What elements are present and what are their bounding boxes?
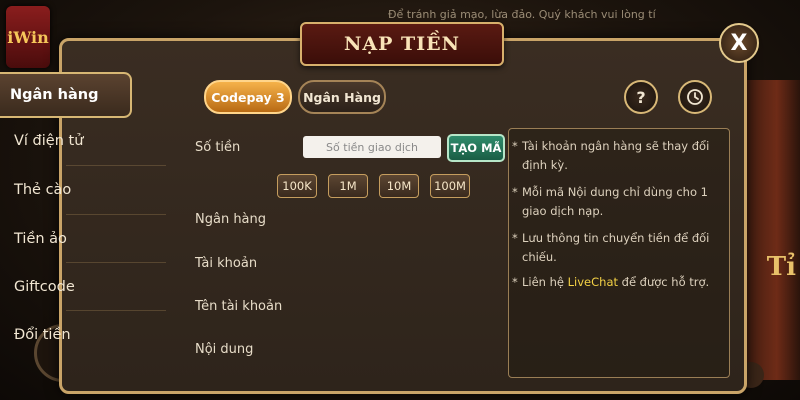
tab-codepay-3[interactable]: Codepay 3 [204, 80, 292, 114]
sidebar-divider [66, 214, 166, 215]
sidebar-divider [66, 165, 166, 166]
sidebar-item-label: Thẻ cào [14, 182, 72, 198]
amount-input[interactable] [303, 136, 441, 158]
note-bullet: * [512, 139, 518, 153]
sidebar-item-ewallet[interactable]: Ví điện tử [4, 118, 122, 164]
close-icon: X [730, 30, 748, 56]
note-item: * Tài khoản ngân hàng sẽ thay đổi định k… [512, 137, 720, 175]
sidebar-item-label: Tiền ảo [14, 231, 67, 247]
quick-amount-10m[interactable]: 10M [379, 174, 419, 198]
sidebar-item-giftcode[interactable]: Giftcode [4, 264, 122, 310]
note-item: * Lưu thông tin chuyển tiền để đối chiếu… [512, 229, 720, 267]
background-banner-right [742, 80, 800, 380]
question-icon: ? [636, 87, 646, 107]
quick-amount-100k[interactable]: 100K [277, 174, 317, 198]
sidebar-item-crypto[interactable]: Tiền ảo [4, 216, 122, 262]
tab-bank-transfer[interactable]: Ngân Hàng [298, 80, 386, 114]
note-text: Mỗi mã Nội dung chỉ dùng cho 1 giao dịch… [522, 185, 708, 218]
note-bullet: * [512, 275, 518, 289]
modal-title: NẠP TIỀN [344, 33, 460, 55]
note-item: * Mỗi mã Nội dung chỉ dùng cho 1 giao dị… [512, 183, 720, 221]
help-button[interactable]: ? [624, 80, 658, 114]
content-label: Nội dung [195, 342, 254, 357]
livechat-link[interactable]: LiveChat [568, 275, 618, 289]
note-bullet: * [512, 231, 518, 245]
modal-title-banner: NẠP TIỀN [300, 22, 504, 66]
history-button[interactable] [678, 80, 712, 114]
background-banner-text: Tỉ [766, 252, 796, 282]
quick-amount-100m[interactable]: 100M [430, 174, 470, 198]
clock-icon [687, 89, 703, 105]
quick-amount-1m[interactable]: 1M [328, 174, 368, 198]
account-name-label: Tên tài khoản [195, 299, 283, 314]
note-text: Lưu thông tin chuyển tiền để đối chiếu. [522, 231, 710, 264]
sidebar-item-label: Giftcode [14, 279, 75, 295]
game-logo: iWin [6, 6, 50, 68]
marquee-notice: Để tránh giả mạo, lừa đảo. Quý khách vui… [388, 8, 656, 21]
sidebar-item-bank[interactable]: Ngân hàng [0, 72, 132, 118]
bank-label: Ngân hàng [195, 212, 267, 227]
sidebar-item-label: Ngân hàng [10, 87, 99, 103]
amount-label: Số tiền [195, 140, 241, 155]
note-text: Liên hệ LiveChat để được hỗ trợ. [512, 273, 720, 292]
account-label: Tài khoản [195, 256, 258, 271]
close-button[interactable]: X [719, 23, 759, 63]
game-logo-text: iWin [7, 28, 49, 47]
sidebar-item-label: Ví điện tử [14, 133, 84, 149]
sidebar-item-exchange[interactable]: Đổi tiền [4, 312, 122, 358]
sidebar-divider [66, 310, 166, 311]
note-text: Tài khoản ngân hàng sẽ thay đổi định kỳ. [522, 139, 710, 172]
create-code-button[interactable]: TẠO MÃ [447, 134, 505, 162]
note-prefix: Liên hệ [522, 275, 568, 289]
sidebar-item-card[interactable]: Thẻ cào [4, 167, 122, 213]
note-item: * Liên hệ LiveChat để được hỗ trợ. [512, 273, 720, 292]
note-suffix: để được hỗ trợ. [618, 275, 710, 289]
sidebar-divider [66, 262, 166, 263]
sidebar-item-label: Đổi tiền [14, 327, 71, 343]
note-bullet: * [512, 185, 518, 199]
